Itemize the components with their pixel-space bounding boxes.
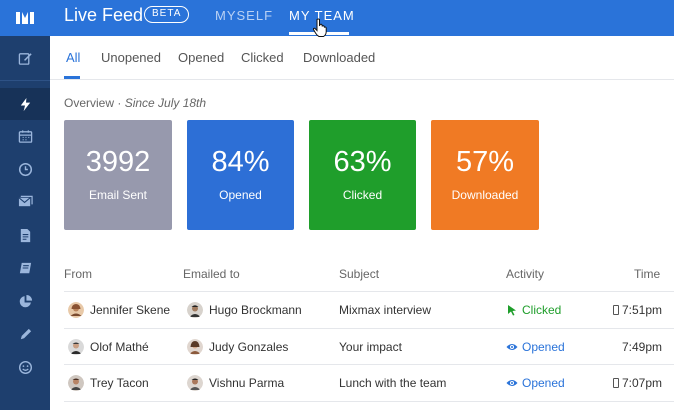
activity-time: 7:51pm: [621, 303, 662, 317]
column-header-from[interactable]: From: [64, 267, 92, 281]
eye-icon: [506, 344, 518, 350]
overview-since: Since July 18th: [124, 96, 207, 110]
filter-downloaded[interactable]: Downloaded: [303, 50, 375, 65]
active-filter-indicator: [64, 76, 80, 79]
book-icon[interactable]: [0, 252, 50, 284]
table-row[interactable]: Olof Mathé Judy Gonzales Your impact Ope…: [64, 329, 662, 365]
mobile-icon: [612, 305, 619, 315]
time-cell: 7:07pm: [612, 365, 662, 401]
activity-time: 7:07pm: [621, 376, 662, 390]
email-subject: Mixmax interview: [339, 303, 432, 317]
top-header: Live Feed BETA MYSELF MY TEAM: [50, 0, 674, 37]
inbox-icon[interactable]: [0, 185, 50, 217]
stat-card-email-sent: 3992 Email Sent: [64, 120, 172, 230]
column-header-time[interactable]: Time: [634, 267, 660, 281]
table-row[interactable]: Trey Tacon Vishnu Parma Lunch with the t…: [64, 365, 662, 401]
stat-value: 57%: [455, 146, 515, 178]
page-title: Live Feed: [64, 5, 144, 25]
stat-label: Downloaded: [451, 188, 519, 202]
stat-card-opened[interactable]: 84% Opened: [187, 120, 294, 230]
activity-status: Opened: [522, 376, 565, 390]
clock-icon[interactable]: [0, 153, 50, 185]
stat-card-downloaded[interactable]: 57% Downloaded: [431, 120, 539, 230]
activity-time: 7:49pm: [621, 340, 662, 354]
avatar: [187, 375, 203, 391]
recipient-name: Vishnu Parma: [209, 376, 285, 390]
avatar: [68, 375, 84, 391]
beta-badge: BETA: [144, 6, 190, 23]
activity-status: Opened: [522, 340, 565, 354]
time-cell: 7:49pm: [622, 329, 662, 365]
column-header-emailed-to[interactable]: Emailed to: [183, 267, 240, 281]
overview-heading: Overview · Since July 18th: [64, 96, 207, 110]
mixmax-logo-icon[interactable]: [0, 0, 50, 36]
sidebar: [0, 0, 50, 410]
lightning-icon[interactable]: [0, 88, 50, 120]
recipient-name: Judy Gonzales: [209, 340, 289, 354]
stat-label: Clicked: [342, 188, 383, 202]
filter-unopened[interactable]: Unopened: [101, 50, 161, 65]
email-subject: Your impact: [339, 340, 402, 354]
filter-tabs: All Unopened Opened Clicked Downloaded: [50, 36, 674, 80]
stat-card-clicked[interactable]: 63% Clicked: [309, 120, 416, 230]
filter-clicked[interactable]: Clicked: [241, 50, 284, 65]
sender-name: Trey Tacon: [90, 376, 149, 390]
app-window: Live Feed BETA MYSELF MY TEAM All Unopen…: [0, 0, 674, 410]
cursor-click-icon: [508, 305, 516, 316]
column-header-subject[interactable]: Subject: [339, 267, 379, 281]
pencil-icon[interactable]: [0, 318, 50, 350]
stat-value: 3992: [85, 146, 151, 178]
time-cell: 7:51pm: [612, 292, 662, 328]
calendar-icon[interactable]: [0, 120, 50, 152]
email-subject: Lunch with the team: [339, 376, 447, 390]
smiley-icon[interactable]: [0, 351, 50, 383]
column-header-activity[interactable]: Activity: [506, 267, 544, 281]
activity-status: Clicked: [522, 303, 562, 317]
pie-chart-icon[interactable]: [0, 285, 50, 317]
filter-all[interactable]: All: [66, 50, 80, 65]
hand-cursor-icon: [312, 18, 327, 37]
compose-icon[interactable]: [0, 42, 50, 74]
avatar: [68, 302, 84, 318]
stat-label: Email Sent: [88, 188, 148, 202]
stat-value: 84%: [211, 146, 270, 178]
overview-label: Overview: [64, 96, 115, 110]
tab-myself[interactable]: MYSELF: [215, 8, 273, 23]
recipient-name: Hugo Brockmann: [209, 303, 302, 317]
filter-opened[interactable]: Opened: [178, 50, 224, 65]
sender-name: Olof Mathé: [90, 340, 149, 354]
table-row[interactable]: Jennifer Skene Hugo Brockmann Mixmax int…: [64, 292, 662, 328]
stat-value: 63%: [333, 146, 392, 178]
mobile-icon: [612, 378, 619, 388]
avatar: [68, 339, 84, 355]
eye-icon: [506, 380, 518, 386]
avatar: [187, 339, 203, 355]
document-icon[interactable]: [0, 219, 50, 251]
avatar: [187, 302, 203, 318]
sender-name: Jennifer Skene: [90, 303, 171, 317]
stat-label: Opened: [219, 188, 262, 202]
